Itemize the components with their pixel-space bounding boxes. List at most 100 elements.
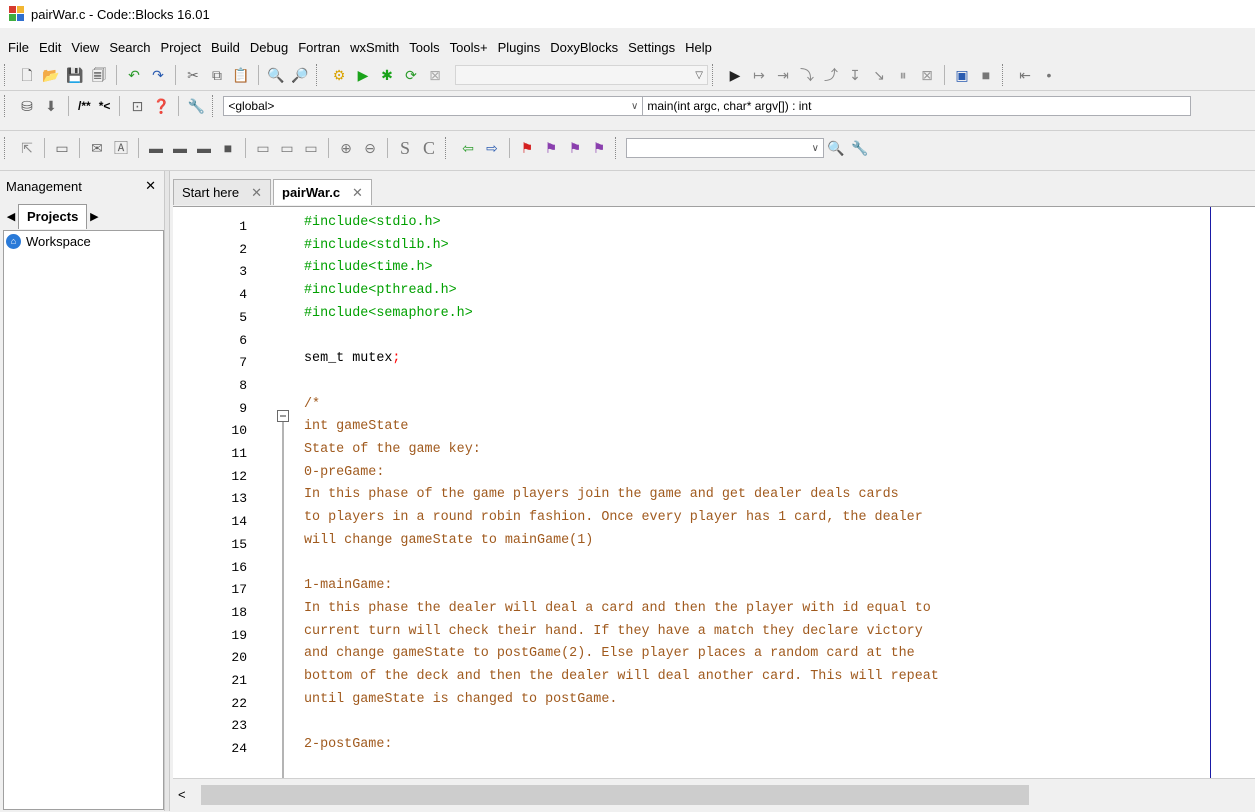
- debug-continue-icon[interactable]: ▶: [726, 66, 744, 84]
- code-line[interactable]: will change gameState to mainGame(1): [304, 530, 593, 552]
- code-line[interactable]: State of the game key:: [304, 439, 481, 461]
- toolbar-grip[interactable]: [212, 95, 219, 117]
- menu-tools[interactable]: Tools: [404, 40, 444, 55]
- code-line[interactable]: 0-preGame:: [304, 462, 384, 484]
- close-icon[interactable]: ✕: [352, 185, 363, 201]
- next-instruction-icon[interactable]: ↧: [846, 66, 864, 84]
- pause-icon[interactable]: ⏸: [894, 66, 912, 84]
- next-arrow-icon[interactable]: ⇨: [483, 139, 501, 157]
- menu-view[interactable]: View: [66, 40, 104, 55]
- toolbar-grip[interactable]: [316, 64, 323, 86]
- abort-icon[interactable]: ⊠: [426, 66, 444, 84]
- find-icon[interactable]: 🔍: [267, 66, 285, 84]
- stop-debugger-icon[interactable]: ⊠: [918, 66, 936, 84]
- cut-icon[interactable]: ✂: [184, 66, 202, 84]
- wrench-icon[interactable]: 🔧: [851, 139, 869, 157]
- code-line[interactable]: /*: [304, 394, 320, 416]
- text-edit-icon[interactable]: 🄰: [112, 139, 130, 157]
- run-to-cursor-icon[interactable]: ↦: [750, 66, 768, 84]
- code-line[interactable]: bottom of the deck and then the dealer w…: [304, 666, 939, 688]
- next-line-icon[interactable]: ⇥: [774, 66, 792, 84]
- horizontal-scrollbar[interactable]: <: [173, 778, 1255, 812]
- tab-projects[interactable]: Projects: [18, 203, 88, 229]
- menu-edit[interactable]: Edit: [34, 40, 66, 55]
- menu-tools-plus[interactable]: Tools+: [445, 40, 493, 55]
- debugging-windows-icon[interactable]: ▣: [953, 66, 971, 84]
- open-file-icon[interactable]: 📂: [42, 66, 60, 84]
- prev-bookmark-icon[interactable]: ⚑: [542, 139, 560, 157]
- workspace-node[interactable]: ⌂ Workspace: [4, 231, 163, 251]
- replace-icon[interactable]: 🔎: [291, 66, 309, 84]
- zoom-out-icon[interactable]: ⊖: [361, 139, 379, 157]
- envelope-icon[interactable]: ✉: [88, 139, 106, 157]
- search-icon[interactable]: 🔍: [827, 139, 845, 157]
- panel-splitter[interactable]: [164, 171, 170, 811]
- next-bookmark-icon[interactable]: ⚑: [566, 139, 584, 157]
- prev-arrow-icon[interactable]: ⇦: [459, 139, 477, 157]
- build-and-run-icon[interactable]: ✱: [378, 66, 396, 84]
- tab-start-here[interactable]: Start here ✕: [173, 179, 271, 205]
- frame-icon[interactable]: ▭: [53, 139, 71, 157]
- code-line[interactable]: current turn will check their hand. If t…: [304, 621, 923, 643]
- step-out-icon[interactable]: ⤴: [822, 66, 840, 84]
- code-line[interactable]: until gameState is changed to postGame.: [304, 689, 617, 711]
- box-icon-1[interactable]: ▭: [254, 139, 272, 157]
- toolbar-grip[interactable]: [4, 137, 11, 159]
- various-info-icon[interactable]: ■: [977, 66, 995, 84]
- menu-project[interactable]: Project: [156, 40, 206, 55]
- menu-build[interactable]: Build: [206, 40, 245, 55]
- block-icon-4[interactable]: ■: [219, 139, 237, 157]
- block-icon-2[interactable]: ▬: [171, 139, 189, 157]
- jump-forward-icon[interactable]: •: [1040, 66, 1058, 84]
- code-line[interactable]: int gameState: [304, 416, 408, 438]
- toolbar-grip[interactable]: [712, 64, 719, 86]
- step-into-icon[interactable]: ⤵: [798, 66, 816, 84]
- menu-help[interactable]: Help: [680, 40, 717, 55]
- clear-bookmarks-icon[interactable]: ⚑: [590, 139, 608, 157]
- jump-back-icon[interactable]: ⇤: [1016, 66, 1034, 84]
- rebuild-icon[interactable]: ⟳: [402, 66, 420, 84]
- toolbar-grip[interactable]: [1002, 64, 1009, 86]
- step-into-instruction-icon[interactable]: ↘: [870, 66, 888, 84]
- chevron-right-icon[interactable]: ▶: [87, 210, 101, 223]
- code-line[interactable]: #include<stdio.h>: [304, 212, 441, 234]
- configuration-wrench-icon[interactable]: 🔧: [187, 97, 205, 115]
- run-chm-icon[interactable]: ❓: [152, 97, 170, 115]
- code-line[interactable]: to players in a round robin fashion. Onc…: [304, 507, 923, 529]
- code-line[interactable]: sem_t mutex;: [304, 348, 400, 370]
- redo-icon[interactable]: ↷: [149, 66, 167, 84]
- code-line[interactable]: #include<semaphore.h>: [304, 303, 473, 325]
- tab-pairwar-c[interactable]: pairWar.c ✕: [273, 179, 372, 205]
- toolbar-grip[interactable]: [4, 95, 11, 117]
- scroll-left-icon[interactable]: <: [178, 787, 186, 802]
- code-line[interactable]: #include<pthread.h>: [304, 280, 457, 302]
- code-line[interactable]: In this phase of the game players join t…: [304, 484, 899, 506]
- c-button[interactable]: C: [420, 139, 438, 157]
- toggle-bookmark-icon[interactable]: ⚑: [518, 139, 536, 157]
- extract-docs-icon[interactable]: ⬇: [42, 97, 60, 115]
- menu-wxsmith[interactable]: wxSmith: [345, 40, 404, 55]
- function-combo[interactable]: main(int argc, char* argv[]) : int: [643, 96, 1192, 116]
- fold-marker-icon[interactable]: [269, 207, 297, 779]
- new-file-icon[interactable]: 🗋: [18, 66, 36, 84]
- build-gear-icon[interactable]: ⚙: [330, 66, 348, 84]
- save-all-icon[interactable]: 🗐: [90, 66, 108, 84]
- code-line[interactable]: 1-mainGame:: [304, 575, 392, 597]
- menu-debug[interactable]: Debug: [245, 40, 293, 55]
- s-button[interactable]: S: [396, 139, 414, 157]
- chevron-left-icon[interactable]: ◀: [4, 210, 18, 223]
- close-icon[interactable]: ✕: [251, 185, 262, 201]
- toolbar-grip[interactable]: [615, 137, 622, 159]
- code-line[interactable]: 2-postGame:: [304, 734, 392, 756]
- menu-plugins[interactable]: Plugins: [493, 40, 546, 55]
- menu-search[interactable]: Search: [104, 40, 155, 55]
- menu-file[interactable]: File: [3, 40, 34, 55]
- code-editor[interactable]: 1 2 3 4 5 6 7 8 9 10 11 12 13 14 15 16 17 18 19 20 21 22 23 24 …: [173, 206, 1255, 779]
- scope-combo[interactable]: <global> ∨: [223, 96, 644, 116]
- build-target-combo[interactable]: ▽: [455, 65, 708, 85]
- copy-icon[interactable]: ⧉: [208, 66, 226, 84]
- code-line[interactable]: #include<stdlib.h>: [304, 235, 449, 257]
- box-icon-2[interactable]: ▭: [278, 139, 296, 157]
- save-icon[interactable]: 💾: [66, 66, 84, 84]
- scrollbar-thumb[interactable]: [201, 785, 1029, 805]
